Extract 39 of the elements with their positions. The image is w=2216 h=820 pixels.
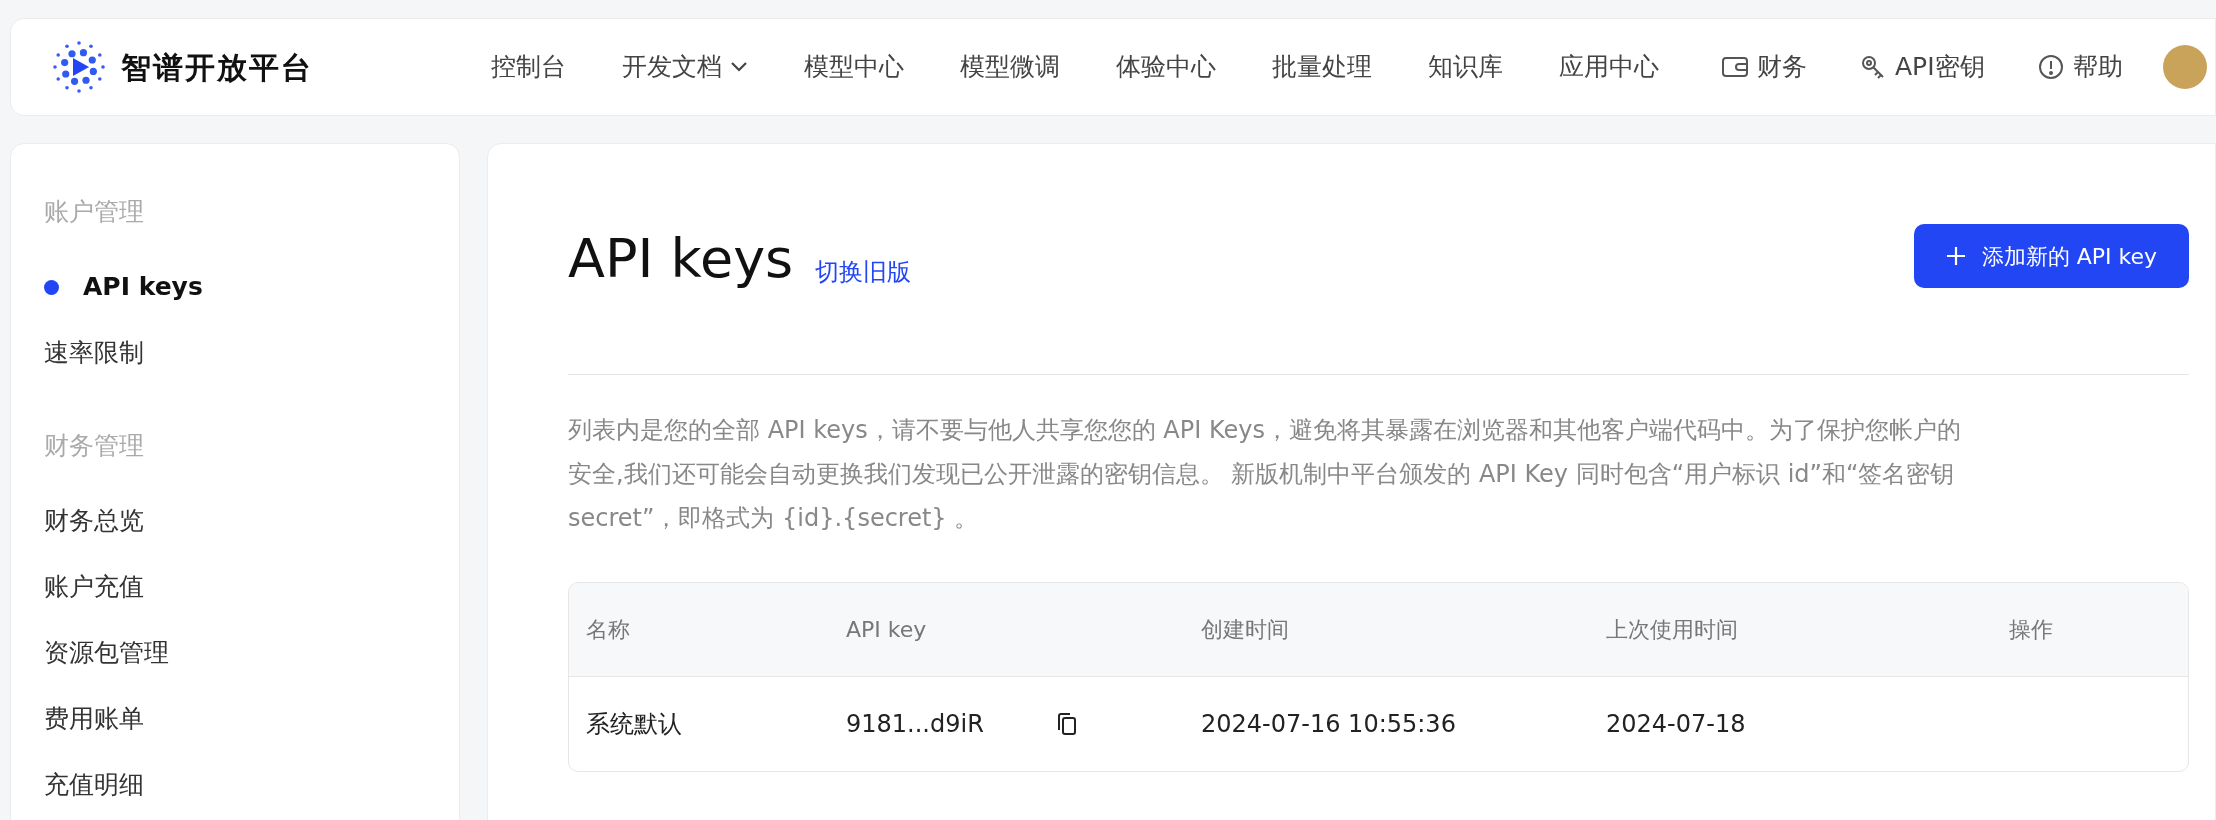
switch-version-link[interactable]: 切换旧版 [815,254,912,290]
sidebar-section-label: 财务管理 [44,430,145,462]
brand-name[interactable]: 智谱开放平台 [121,44,313,90]
page-title: API keys [568,226,794,292]
nav-link[interactable]: 批量处理 [1272,48,1372,86]
sidebar-item[interactable]: 费用账单 [44,686,459,752]
table-cell-text: 2024-07-16 10:55:36 [1201,709,1457,740]
column-header: API key [846,616,928,644]
table-cell-text: 系统默认 [585,709,683,740]
nav-link[interactable]: 模型中心 [804,48,904,86]
column-header: 操作 [2009,616,2054,644]
nav-link[interactable]: 开发文档 [622,48,748,86]
nav-link[interactable]: 体验中心 [1116,48,1216,86]
sidebar-item[interactable]: 账户充值 [44,554,459,620]
sidebar-item[interactable]: 资源包管理 [44,620,459,686]
sidebar-section-label: 账户管理 [44,196,145,228]
column-header: 名称 [585,616,631,644]
sidebar-item[interactable]: 财务总览 [44,488,459,554]
nav-link[interactable]: 知识库 [1428,48,1503,86]
wallet-icon [1721,55,1749,79]
header-action-link[interactable]: API密钥 [1859,48,1985,86]
column-header: 创建时间 [1201,616,1290,644]
column-header: 上次使用时间 [1606,616,1739,644]
nav-link[interactable]: 模型微调 [960,48,1060,86]
sidebar-item[interactable]: API keys [44,254,459,320]
nav-link[interactable]: 应用中心 [1559,48,1659,86]
nav-link[interactable]: 控制台 [491,48,566,86]
sidebar-item[interactable]: 速率限制 [44,320,459,386]
help-icon [2036,53,2065,81]
table-cell-text: 9181...d9iR [846,709,985,740]
table-cell-text: 2024-07-18 [1606,709,1747,740]
sidebar-item[interactable]: 充值明细 [44,752,459,818]
add-api-key-button[interactable]: 添加新的 API key [1913,224,2189,288]
chevron-down-icon [730,61,748,73]
description-paragraph: 列表内是您的全部 API keys，请不要与他人共享您您的 API Keys，避免将其暴露在浏览器和其他客户端代码中。为了保护您帐户的安全,我们还可能会自动更换我们发现已公开泄露的密钥信息。 新版机制中平台颁发的 API Key 同时包含“用户标识 id”和“签名密钥 secret”，即格式为 {id}.{secret} 。 [568,415,1962,534]
header-action-link[interactable]: 帮助 [2036,48,2123,86]
plus-icon [1945,246,1966,266]
copy-icon[interactable] [1056,712,1078,736]
header-action-link[interactable]: 财务 [1721,48,1807,86]
